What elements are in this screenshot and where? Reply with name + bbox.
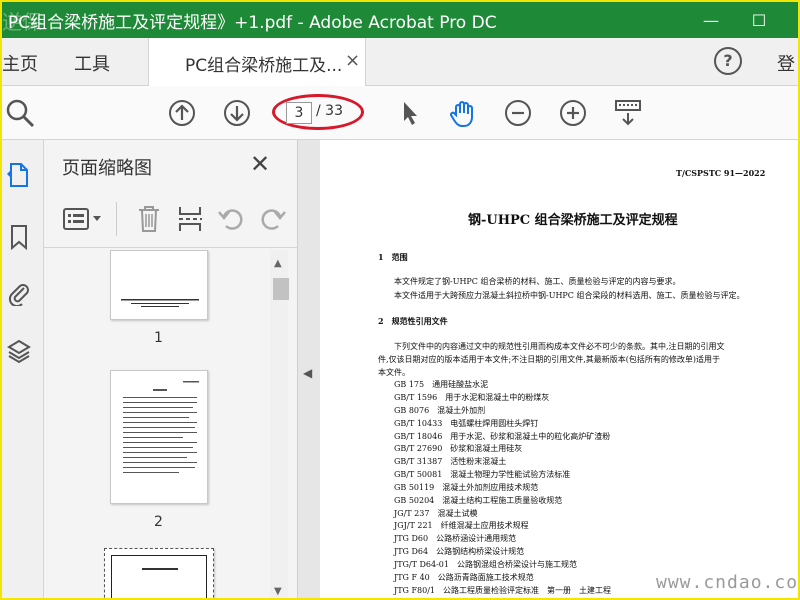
left-rail xyxy=(2,140,44,598)
layers-icon[interactable] xyxy=(6,338,32,364)
rotate-left-icon[interactable] xyxy=(218,204,246,234)
title-bar: 逆保 PC组合梁桥施工及评定规程》+1.pdf - Adobe Acrobat … xyxy=(2,2,798,38)
reference-item: GB/T 1596 用于水泥和混凝土中的粉煤灰 xyxy=(394,393,550,402)
panel-toolbar xyxy=(44,192,298,248)
collapse-arrow-icon: ◀ xyxy=(303,366,313,380)
reference-item: JTG F 40 公路沥青路面施工技术规范 xyxy=(394,573,534,582)
reference-item: GB 50119 混凝土外加剂应用技术规范 xyxy=(394,483,539,492)
section-heading: 2 规范性引用文件 xyxy=(378,316,448,326)
window-title: PC组合梁桥施工及评定规程》+1.pdf - Adobe Acrobat Pro… xyxy=(8,12,497,33)
next-page-icon[interactable] xyxy=(221,97,253,129)
page-thumbnail[interactable] xyxy=(110,250,208,320)
overlay-watermark: 逆保 xyxy=(2,10,42,34)
collapse-panel-handle[interactable]: ◀ xyxy=(298,140,320,598)
app-window: 逆保 PC组合梁桥施工及评定规程》+1.pdf - Adobe Acrobat … xyxy=(0,0,800,600)
tab-document[interactable]: PC组合梁桥施工及... × xyxy=(148,38,366,86)
thumbnail-text-line xyxy=(142,568,178,570)
reference-item: JTG/T D64-01 公路钢混组合桥梁设计与施工规范 xyxy=(394,560,577,569)
tab-home[interactable]: 主页 xyxy=(2,50,38,76)
page-thumbnail-selected[interactable] xyxy=(104,548,214,598)
thumbnails-panel: 页面缩略图 ✕ 1 2 ▲ ▼ xyxy=(44,140,298,598)
scroll-down-icon[interactable]: ▼ xyxy=(274,586,282,597)
site-watermark: www.cndao.com xyxy=(656,572,798,593)
sign-in-link[interactable]: 登 xyxy=(777,50,795,76)
select-arrow-icon[interactable] xyxy=(394,97,426,129)
reference-item: GB/T 31387 活性粉末混凝土 xyxy=(394,457,507,466)
thumbnail-list: 1 2 xyxy=(44,250,270,598)
paragraph-line: 件,仅该日期对应的版本适用于本文件;不注日期的引用文件,其最新版本(包括所有的修… xyxy=(378,355,721,364)
tab-tools[interactable]: 工具 xyxy=(74,50,110,76)
zoom-search-icon[interactable] xyxy=(4,97,36,129)
extract-pages-icon[interactable] xyxy=(176,204,204,234)
reference-item: JTG D60 公路桥涵设计通用规范 xyxy=(394,534,517,543)
reference-item: JTG D64 公路钢结构桥梁设计规范 xyxy=(394,547,525,556)
toolbar-divider xyxy=(116,202,117,236)
page-number-input[interactable]: 3 xyxy=(286,102,312,124)
reference-item: JGJ/T 221 纤维混凝土应用技术规程 xyxy=(394,521,529,530)
panel-title: 页面缩略图 xyxy=(62,158,152,179)
minimize-button[interactable]: — xyxy=(688,2,734,38)
thumbnail-number: 2 xyxy=(154,514,163,530)
scrollbar-thumb[interactable] xyxy=(273,278,289,300)
paragraph-line: 本文件适用于大跨预应力混凝土斜拉桥中钢-UHPC 组合梁段的材料选用、施工、质量… xyxy=(394,291,745,300)
help-icon[interactable]: ? xyxy=(714,47,742,75)
standard-number: T/CSPSTC 91—2022 xyxy=(676,168,766,178)
previous-page-icon[interactable] xyxy=(166,97,198,129)
tab-bar: 主页 工具 PC组合梁桥施工及... × ? 登 xyxy=(2,38,798,86)
total-pages: / 33 xyxy=(316,103,343,119)
keyboard-view-icon[interactable] xyxy=(612,97,644,129)
zoom-out-icon[interactable] xyxy=(502,97,534,129)
tab-close-icon[interactable]: × xyxy=(345,50,360,71)
section-heading: 1 范围 xyxy=(378,252,408,262)
tab-document-label: PC组合梁桥施工及... xyxy=(185,56,343,76)
document-title: 钢-UHPC 组合梁桥施工及评定规程 xyxy=(468,213,678,228)
reference-item: GB 50204 混凝土结构工程施工质量验收规范 xyxy=(394,496,563,505)
reference-item: GB/T 10433 电弧螺柱焊用圆柱头焊钉 xyxy=(394,419,539,428)
paragraph-line: 下列文件中的内容通过文中的规范性引用而构成本文件必不可少的条款。其中,注日期的引… xyxy=(394,342,725,351)
delete-icon[interactable] xyxy=(136,204,162,234)
thumbnail-number: 1 xyxy=(154,330,163,346)
rotate-right-icon[interactable] xyxy=(258,204,286,234)
scroll-up-icon[interactable]: ▲ xyxy=(274,258,282,269)
paragraph-line: 本文件规定了钢-UHPC 组合梁桥的材料、施工、质量检验与评定的内容与要求。 xyxy=(394,277,681,286)
zoom-in-icon[interactable] xyxy=(557,97,589,129)
thumbnail-options-icon[interactable] xyxy=(62,204,106,234)
thumbnail-scrollbar[interactable]: ▲ ▼ xyxy=(270,250,289,598)
hand-tool-icon[interactable] xyxy=(447,97,479,129)
page-thumbnail[interactable] xyxy=(110,370,208,504)
paragraph-line: 本文件。 xyxy=(378,368,410,377)
document-view[interactable]: T/CSPSTC 91—2022 钢-UHPC 组合梁桥施工及评定规程 1 范围… xyxy=(320,140,798,598)
reference-item: JTG F80/1 公路工程质量检验评定标准 第一册 土建工程 xyxy=(394,586,611,595)
reference-item: GB/T 27690 砂浆和混凝土用硅灰 xyxy=(394,444,523,453)
page-thumbnails-icon[interactable] xyxy=(6,162,32,188)
attachment-icon[interactable] xyxy=(6,280,32,306)
reference-item: GB/T 18046 用于水泥、砂浆和混凝土中的粒化高炉矿渣粉 xyxy=(394,432,611,441)
panel-close-icon[interactable]: ✕ xyxy=(250,150,270,178)
reference-item: GB 8076 混凝土外加剂 xyxy=(394,406,486,415)
reference-item: JG/T 237 混凝土试模 xyxy=(394,509,478,518)
toolbar: 3 / 33 xyxy=(2,86,798,140)
reference-item: GB/T 50081 混凝土物理力学性能试验方法标准 xyxy=(394,470,571,479)
bookmark-icon[interactable] xyxy=(6,224,32,250)
maximize-button[interactable]: ☐ xyxy=(736,2,782,38)
reference-item: GB 175 通用硅酸盐水泥 xyxy=(394,380,489,389)
selected-thumbnail-page xyxy=(111,555,207,598)
